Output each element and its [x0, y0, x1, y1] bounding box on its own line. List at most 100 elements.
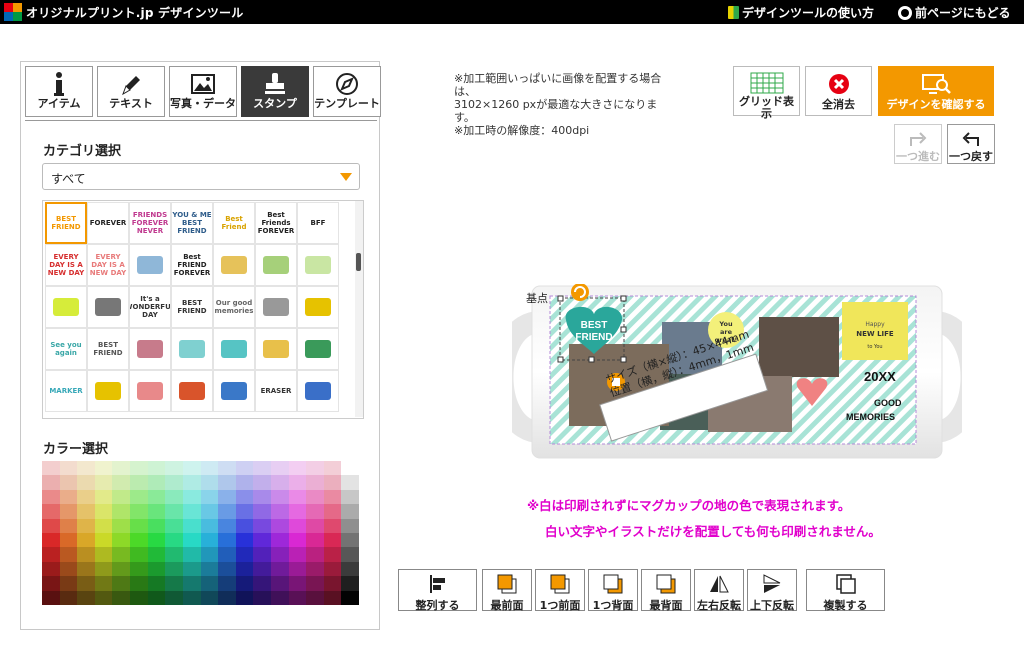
color-swatch[interactable] [341, 461, 360, 476]
stamp-item[interactable]: Best FRIEND FOREVER [171, 244, 213, 286]
color-swatch[interactable] [288, 518, 307, 534]
color-swatch[interactable] [235, 547, 254, 563]
color-swatch[interactable] [112, 590, 131, 606]
color-swatch[interactable] [182, 518, 201, 534]
duplicate-button[interactable]: 複製する [806, 569, 885, 612]
color-swatch[interactable] [112, 504, 131, 520]
stamp-item[interactable] [297, 244, 339, 286]
color-swatch[interactable] [59, 547, 78, 563]
color-swatch[interactable] [182, 576, 201, 592]
color-swatch[interactable] [112, 533, 131, 548]
color-swatch[interactable] [270, 561, 290, 577]
color-swatch[interactable] [59, 576, 78, 592]
stamp-item[interactable] [213, 370, 255, 412]
color-swatch[interactable] [288, 504, 307, 520]
color-swatch[interactable] [218, 561, 237, 577]
stamp-item[interactable]: Our good memories [213, 286, 255, 328]
back-link[interactable]: 前ページにもどる [898, 4, 1011, 21]
color-swatch[interactable] [200, 561, 219, 577]
color-swatch[interactable] [94, 576, 113, 592]
color-swatch[interactable] [306, 590, 325, 606]
color-swatch[interactable] [42, 576, 61, 592]
flip-vertical-button[interactable]: 上下反転 [747, 569, 797, 612]
color-swatch[interactable] [59, 590, 78, 606]
color-swatch[interactable] [130, 504, 149, 520]
stamp-item[interactable] [297, 286, 339, 328]
color-swatch[interactable] [253, 475, 272, 491]
color-swatch[interactable] [270, 475, 290, 491]
color-swatch[interactable] [235, 561, 254, 577]
color-swatch[interactable] [77, 576, 96, 592]
stamp-item[interactable]: BEST FRIEND [87, 328, 129, 370]
color-swatch[interactable] [112, 461, 131, 476]
stamp-scrollbar[interactable] [355, 201, 363, 417]
color-swatch[interactable] [253, 561, 272, 577]
color-swatch[interactable] [59, 518, 78, 534]
logo[interactable]: オリジナルプリント.jp デザインツール [4, 3, 243, 21]
color-swatch[interactable] [306, 461, 325, 476]
color-swatch[interactable] [235, 533, 254, 548]
color-swatch[interactable] [288, 461, 307, 476]
color-swatch[interactable] [147, 489, 166, 505]
color-swatch[interactable] [94, 489, 113, 505]
stamp-item[interactable]: FRIENDS FOREVER NEVER [129, 202, 171, 244]
stamp-item[interactable] [129, 244, 171, 286]
color-swatch[interactable] [218, 547, 237, 563]
color-swatch[interactable] [218, 461, 237, 476]
color-swatch[interactable] [341, 533, 360, 548]
color-swatch[interactable] [288, 590, 307, 606]
redo-button[interactable]: 一つ進む [894, 124, 942, 164]
color-swatch[interactable] [130, 533, 149, 548]
color-swatch[interactable] [270, 461, 290, 476]
color-swatch[interactable] [42, 461, 61, 476]
color-swatch[interactable] [306, 489, 325, 505]
stamp-item[interactable]: See you again [45, 328, 87, 370]
tab-template[interactable]: テンプレート [313, 66, 381, 117]
color-swatch[interactable] [253, 576, 272, 592]
color-swatch[interactable] [42, 590, 61, 606]
color-swatch[interactable] [77, 489, 96, 505]
flip-horizontal-button[interactable]: 左右反転 [694, 569, 744, 612]
stamp-item[interactable]: FOREVER [87, 202, 129, 244]
stamp-item[interactable]: YOU & ME BEST FRIEND [171, 202, 213, 244]
stamp-item[interactable] [129, 370, 171, 412]
color-swatch[interactable] [59, 533, 78, 548]
color-swatch[interactable] [94, 590, 113, 606]
color-swatch[interactable] [235, 489, 254, 505]
color-swatch[interactable] [165, 561, 184, 577]
stamp-item[interactable] [87, 370, 129, 412]
color-swatch[interactable] [59, 489, 78, 505]
color-swatch[interactable] [147, 576, 166, 592]
color-swatch[interactable] [218, 590, 237, 606]
color-swatch[interactable] [182, 547, 201, 563]
tab-photo[interactable]: 写真・データ [169, 66, 237, 117]
color-swatch[interactable] [112, 475, 131, 491]
color-swatch[interactable] [253, 489, 272, 505]
color-swatch[interactable] [94, 461, 113, 476]
color-swatch[interactable] [200, 475, 219, 491]
color-swatch[interactable] [235, 504, 254, 520]
color-swatch[interactable] [182, 475, 201, 491]
color-swatch[interactable] [270, 489, 290, 505]
color-swatch[interactable] [42, 518, 61, 534]
stamp-item[interactable]: Best Friends FOREVER [255, 202, 297, 244]
color-swatch[interactable] [42, 561, 61, 577]
color-swatch[interactable] [130, 475, 149, 491]
stamp-item[interactable] [297, 328, 339, 370]
send-backward-button[interactable]: 1つ背面 [588, 569, 638, 612]
stamp-item[interactable]: BFF [297, 202, 339, 244]
color-swatch[interactable] [270, 504, 290, 520]
stamp-item[interactable] [297, 370, 339, 412]
color-swatch[interactable] [270, 533, 290, 548]
color-swatch[interactable] [253, 547, 272, 563]
color-swatch[interactable] [59, 475, 78, 491]
color-swatch[interactable] [288, 489, 307, 505]
align-button[interactable]: 整列する [398, 569, 477, 612]
confirm-design-button[interactable]: デザインを確認する [878, 66, 994, 116]
color-swatch[interactable] [77, 518, 96, 534]
stamp-item[interactable]: Best Friend [213, 202, 255, 244]
color-swatch[interactable] [323, 590, 342, 606]
color-swatch[interactable] [200, 461, 219, 476]
color-swatch[interactable] [323, 504, 342, 520]
color-swatch[interactable] [200, 590, 219, 606]
